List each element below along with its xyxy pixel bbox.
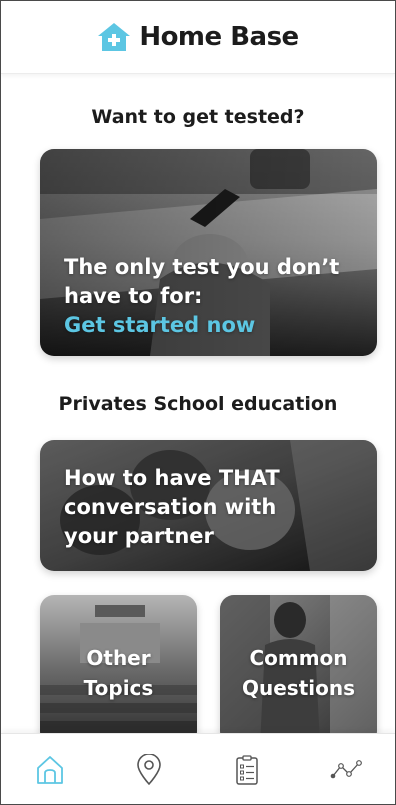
- other-topics-label: Other Topics: [40, 643, 197, 703]
- other-topics-line-1: Other: [86, 646, 151, 670]
- house-plus-icon: [98, 23, 131, 51]
- conversation-card-text: How to have THAT conversation with your …: [64, 464, 361, 551]
- home-icon: [37, 755, 64, 784]
- conversation-line-3: your partner: [64, 524, 214, 548]
- get-started-link[interactable]: Get started now: [64, 311, 361, 340]
- other-topics-line-2: Topics: [83, 676, 154, 700]
- clipboard-list-icon: [236, 754, 258, 785]
- nav-home[interactable]: [20, 745, 80, 795]
- common-questions-line-1: Common: [249, 646, 348, 670]
- common-questions-label: Common Questions: [220, 643, 377, 703]
- app-screen: Home Base Want to get tested? The only t…: [0, 0, 396, 805]
- conversation-line-2: conversation with: [64, 495, 277, 519]
- nav-activity[interactable]: [316, 745, 376, 795]
- get-tested-card-text: The only test you don’t have to for: Get…: [64, 253, 361, 340]
- nav-locations[interactable]: [119, 745, 179, 795]
- conversation-card[interactable]: How to have THAT conversation with your …: [40, 440, 377, 571]
- app-title: Home Base: [139, 22, 299, 52]
- get-tested-card[interactable]: The only test you don’t have to for: Get…: [40, 149, 377, 356]
- app-header: Home Base: [1, 1, 395, 74]
- location-pin-icon: [136, 753, 161, 785]
- common-questions-line-2: Questions: [241, 676, 355, 700]
- education-section-title: Privates School education: [58, 393, 338, 415]
- other-topics-tile[interactable]: Other Topics: [40, 595, 197, 745]
- get-tested-line-2: have to for:: [64, 284, 203, 308]
- nav-checklist[interactable]: [217, 745, 277, 795]
- activity-graph-icon: [330, 759, 362, 778]
- common-questions-tile[interactable]: Common Questions: [220, 595, 377, 745]
- conversation-line-1: How to have THAT: [64, 466, 280, 490]
- testing-section-title: Want to get tested?: [91, 106, 305, 128]
- bottom-nav: [1, 733, 395, 804]
- app-logo[interactable]: Home Base: [97, 22, 299, 52]
- get-tested-line-1: The only test you don’t: [64, 255, 340, 279]
